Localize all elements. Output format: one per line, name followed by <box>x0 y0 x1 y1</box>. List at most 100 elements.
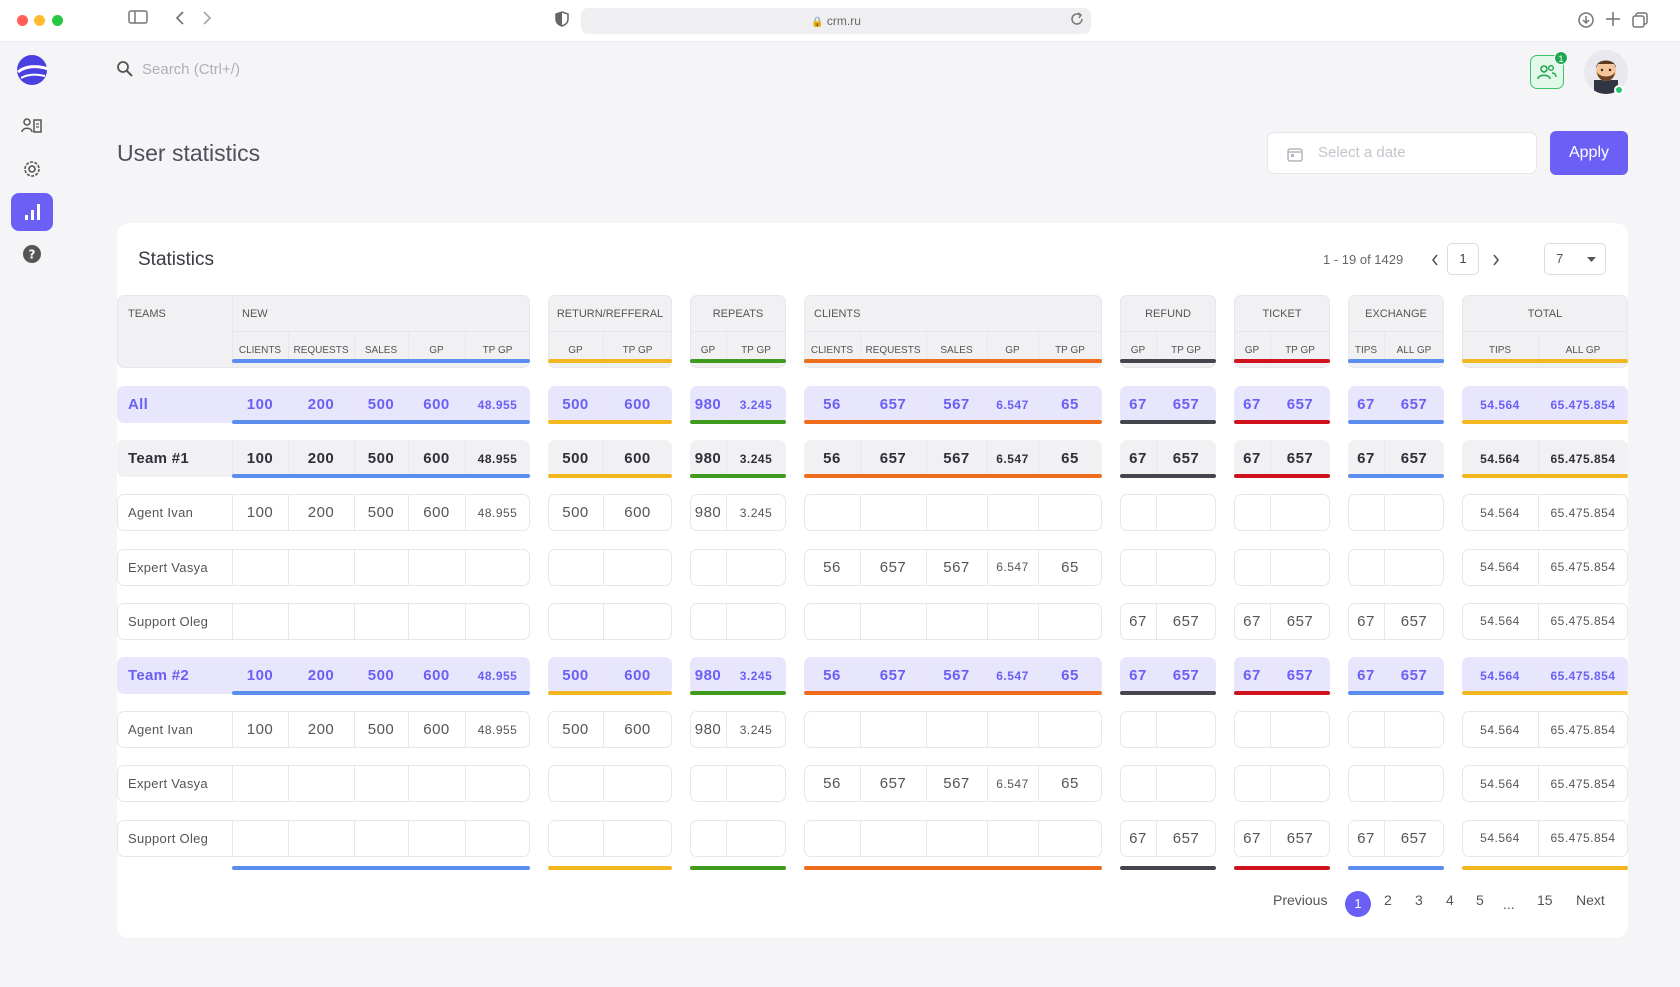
reload-icon[interactable] <box>1069 11 1085 32</box>
search-bar[interactable]: Search (Ctrl+/) <box>116 60 240 78</box>
table-cell: 67 <box>1243 829 1261 847</box>
table-cell: 980 <box>694 450 722 468</box>
forward-icon[interactable] <box>201 9 213 32</box>
address-bar[interactable]: 🔒 crm.ru <box>581 8 1091 34</box>
group-underline <box>232 420 530 424</box>
maximize-window-button[interactable] <box>52 15 63 26</box>
table-cell: 56 <box>823 667 841 684</box>
group-header-return: RETURN/REFFERAL <box>556 308 664 320</box>
app-logo[interactable] <box>15 53 49 92</box>
table-cell: 56 <box>823 558 841 576</box>
table-cell: 500 <box>562 504 589 522</box>
sidebar-item-contacts[interactable] <box>11 107 53 145</box>
bar-chart-icon <box>25 204 40 220</box>
close-window-button[interactable] <box>17 15 28 26</box>
page-button-5[interactable]: 5 <box>1476 892 1484 908</box>
column-divider <box>288 548 289 586</box>
column-divider <box>603 819 604 857</box>
page-size-select[interactable]: 7 <box>1544 243 1606 275</box>
column-divider <box>1384 548 1385 586</box>
chevron-right-icon[interactable] <box>1491 253 1501 267</box>
group-underline <box>1462 691 1628 695</box>
table-cell: 67 <box>1243 396 1261 413</box>
column-divider <box>926 819 927 857</box>
page-button-2[interactable]: 2 <box>1384 892 1392 908</box>
column-divider <box>926 602 927 640</box>
column-divider <box>1270 765 1271 803</box>
group-underline <box>232 691 530 695</box>
chevron-left-icon[interactable] <box>1430 253 1440 267</box>
group-underline <box>1120 359 1216 363</box>
table-cell: 980 <box>694 504 722 522</box>
table-cell: 67 <box>1357 612 1375 630</box>
column-divider <box>1156 494 1157 532</box>
table-cell: 67 <box>1129 450 1147 468</box>
sidebar-item-statistics[interactable] <box>11 193 53 231</box>
column-divider <box>726 548 727 586</box>
table-cell: 65.475.854 <box>1550 722 1616 737</box>
tabs-overview-icon[interactable] <box>1631 11 1649 34</box>
row-name[interactable]: Support Oleg <box>128 820 208 857</box>
row-name[interactable]: Support Oleg <box>128 603 208 640</box>
column-divider <box>726 819 727 857</box>
page-button-4[interactable]: 4 <box>1446 892 1454 908</box>
table-cell: 65 <box>1061 558 1079 576</box>
row-name[interactable]: Agent Ivan <box>128 494 193 531</box>
table-cell: 500 <box>562 396 589 413</box>
shield-icon <box>555 11 569 32</box>
team-notifications-button[interactable]: 1 <box>1530 51 1568 89</box>
group-underline <box>804 866 1102 870</box>
next-page-button[interactable]: Next <box>1576 892 1605 908</box>
teams-header: TEAMS <box>128 308 166 320</box>
column-divider <box>354 765 355 803</box>
table-cell: 56 <box>823 775 841 793</box>
header-divider <box>548 331 672 332</box>
table-cell: 65.475.854 <box>1550 831 1616 846</box>
table-row-group <box>1234 548 1330 586</box>
table-cell: 500 <box>367 396 395 413</box>
table-cell: 54.564 <box>1480 831 1520 846</box>
new-tab-icon[interactable] <box>1604 10 1622 33</box>
table-cell: 100 <box>246 396 274 413</box>
date-picker-input[interactable]: Select a date <box>1267 132 1537 174</box>
page-button-3[interactable]: 3 <box>1415 892 1423 908</box>
row-name[interactable]: All <box>128 386 148 423</box>
table-cell: 6.547 <box>996 397 1029 412</box>
app-sidebar: ? <box>0 42 64 987</box>
group-underline <box>1234 359 1330 363</box>
row-name[interactable]: Agent Ivan <box>128 711 193 748</box>
table-cell: 567 <box>943 450 970 468</box>
table-cell: 67 <box>1129 829 1147 847</box>
column-divider <box>354 602 355 640</box>
row-name[interactable]: Team #1 <box>128 440 189 477</box>
table-cell: 65.475.854 <box>1550 505 1616 520</box>
column-divider <box>926 494 927 532</box>
group-underline <box>1348 474 1444 479</box>
table-cell: 67 <box>1129 396 1147 413</box>
row-name[interactable]: Expert Vasya <box>128 549 208 586</box>
row-name[interactable]: Team #2 <box>128 657 189 694</box>
page-button-1[interactable]: 1 <box>1345 891 1371 917</box>
row-name[interactable]: Expert Vasya <box>128 765 208 802</box>
table-row-group <box>1348 765 1444 803</box>
apply-button[interactable]: Apply <box>1550 131 1628 175</box>
minimize-window-button[interactable] <box>34 15 45 26</box>
table-cell: 65 <box>1061 667 1079 684</box>
table-row-group <box>1234 711 1330 749</box>
previous-page-button[interactable]: Previous <box>1273 892 1327 908</box>
column-divider <box>987 602 988 640</box>
download-icon[interactable] <box>1577 11 1595 34</box>
back-icon[interactable] <box>174 9 186 32</box>
group-underline <box>804 420 1102 424</box>
sidebar-toggle-icon[interactable] <box>128 9 148 30</box>
table-row-group <box>1120 765 1216 803</box>
sidebar-item-settings[interactable] <box>11 150 53 188</box>
sidebar-item-help[interactable]: ? <box>11 235 53 273</box>
table-cell: 657 <box>1400 612 1428 630</box>
table-cell: 567 <box>943 396 970 413</box>
table-cell: 567 <box>943 558 970 576</box>
page-button-15[interactable]: 15 <box>1537 892 1553 908</box>
page-number-input[interactable]: 1 <box>1447 243 1479 275</box>
column-divider <box>1384 711 1385 749</box>
table-cell: 980 <box>694 396 722 413</box>
